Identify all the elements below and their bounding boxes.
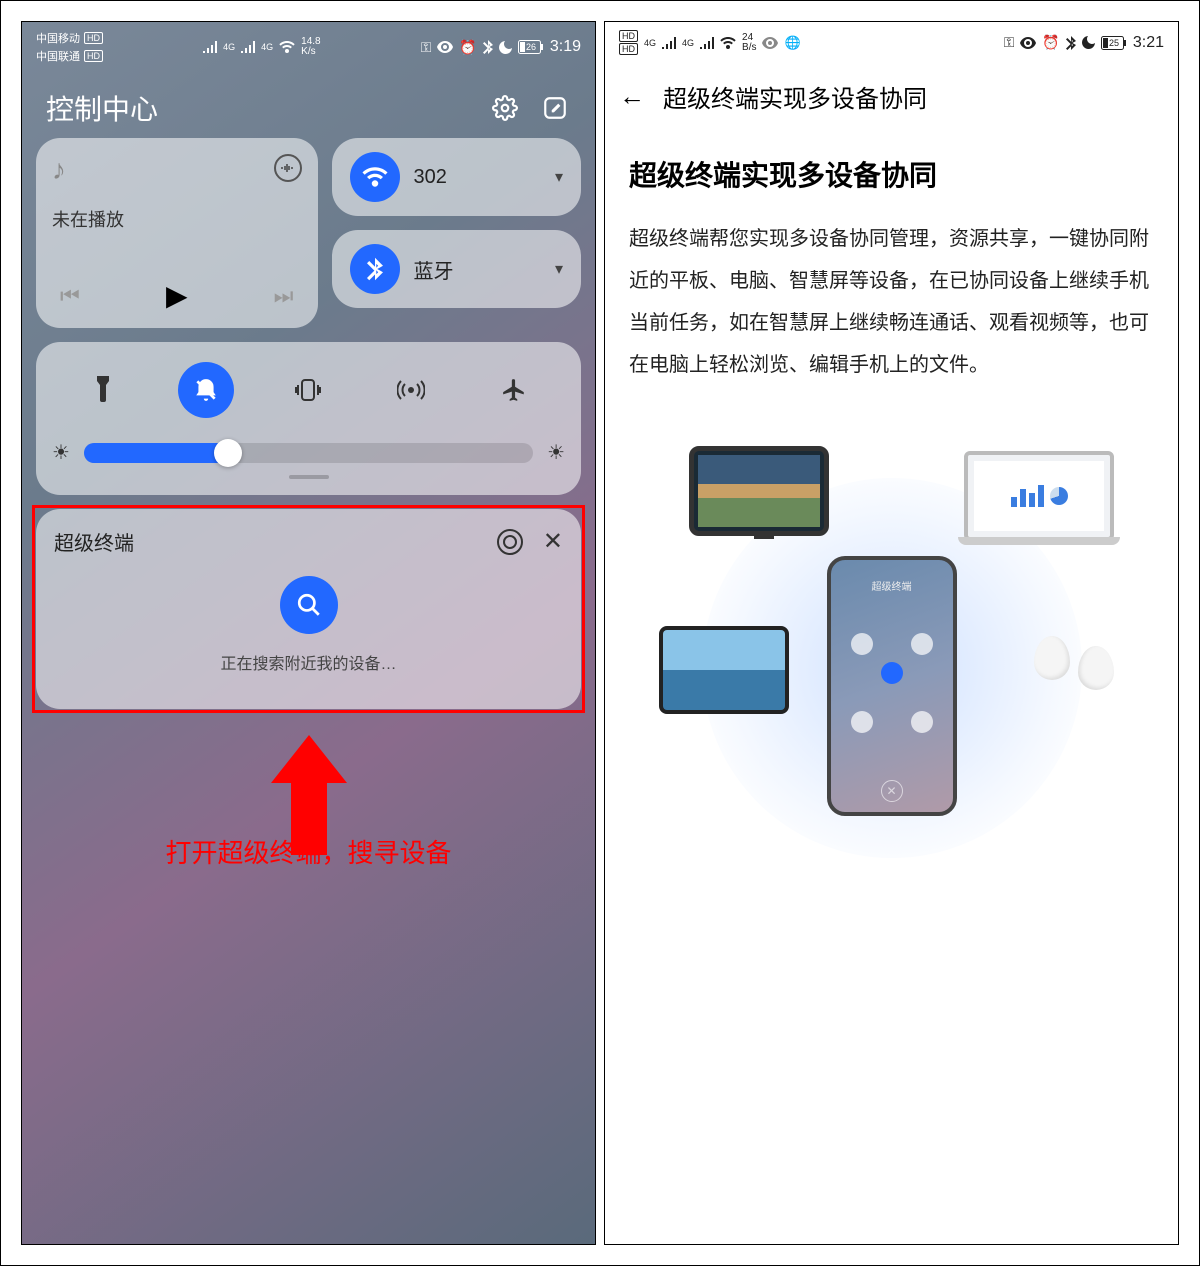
eye-icon [1020, 37, 1036, 49]
slider-thumb[interactable] [214, 439, 242, 467]
bluetooth-label: 蓝牙 [414, 255, 541, 284]
speed-unit: B/s [742, 43, 756, 53]
article-paragraph: 超级终端帮您实现多设备协同管理，资源共享，一键协同附近的平板、电脑、智慧屏等设备… [629, 218, 1154, 386]
device-phone: 超级终端 ✕ [827, 556, 957, 816]
article-heading: 超级终端实现多设备协同 [629, 154, 1154, 194]
illustration: 超级终端 ✕ [629, 426, 1154, 866]
status-right: ⚿ ⏰ 26 3:19 [421, 38, 581, 56]
wifi-icon [350, 152, 400, 202]
device-tv [689, 446, 829, 536]
page-header: ← 超级终端实现多设备协同 [605, 59, 1178, 134]
hd-badge: HD [619, 43, 638, 55]
moon-icon [499, 41, 512, 54]
signal-icon [203, 41, 217, 53]
chevron-down-icon[interactable]: ▾ [555, 167, 563, 187]
bluetooth-icon [1066, 36, 1076, 50]
phone-control-center: 中国移动 HD 中国联通 HD 4G 4G 14.8K/s ⚿ [21, 21, 596, 1245]
status-left: 中国移动 HD 中国联通 HD [36, 30, 103, 64]
svg-text:25: 25 [1109, 38, 1119, 48]
chevron-down-icon[interactable]: ▾ [555, 259, 563, 279]
searching-text: 正在搜索附近我的设备… [220, 650, 396, 674]
hotspot-toggle[interactable] [383, 362, 439, 418]
audio-output-icon[interactable] [274, 154, 302, 182]
search-icon[interactable] [280, 576, 338, 634]
bluetooth-icon [350, 244, 400, 294]
net-label: 4G [223, 42, 235, 52]
music-note-icon: ♪ [52, 154, 66, 186]
annotation-caption: 打开超级终端，搜寻设备 [36, 833, 581, 870]
device-laptop [964, 451, 1114, 541]
slider-track[interactable] [84, 443, 533, 463]
phone-info-page: HD HD 4G 4G 24B/s 🌐 ⚿ ⏰ 25 3:21 [604, 21, 1179, 1245]
key-icon: ⚿ [421, 39, 432, 56]
status-mid: 4G 4G 14.8K/s [203, 37, 321, 57]
brightness-high-icon: ☀ [547, 440, 565, 465]
battery-icon: 26 [518, 40, 544, 54]
net-label: 4G [261, 42, 273, 52]
screenshot-pair: 中国移动 HD 中国联通 HD 4G 4G 14.8K/s ⚿ [0, 0, 1200, 1266]
brightness-slider[interactable]: ☀ ☀ [52, 440, 565, 465]
brightness-low-icon: ☀ [52, 440, 70, 465]
clock-time: 3:19 [550, 38, 581, 56]
signal-icon [662, 37, 676, 49]
wifi-card[interactable]: 302 ▾ [332, 138, 582, 216]
super-device-card[interactable]: 超级终端 ✕ 正在搜索附近我的设备… [36, 509, 581, 709]
wifi-label: 302 [414, 166, 541, 189]
net-label: 4G [682, 38, 694, 48]
close-icon: ✕ [881, 780, 903, 802]
device-earbuds [1034, 636, 1114, 696]
settings-button[interactable] [489, 92, 521, 124]
wifi-icon [720, 37, 736, 49]
quick-toggles-card: ☀ ☀ [36, 342, 581, 495]
hd-badge: HD [84, 32, 103, 44]
eye-icon [762, 37, 778, 49]
net-label: 4G [644, 38, 656, 48]
signal-icon [241, 41, 255, 53]
signal-icon [700, 37, 714, 49]
radar-icon[interactable] [497, 529, 523, 555]
bluetooth-icon [483, 40, 493, 54]
hd-badge: HD [619, 30, 638, 42]
airplane-toggle[interactable] [486, 362, 542, 418]
next-track-button[interactable]: ⏭ [274, 283, 294, 309]
clock-time: 3:21 [1133, 34, 1164, 52]
svg-text:26: 26 [526, 42, 536, 52]
bluetooth-card[interactable]: 蓝牙 ▾ [332, 230, 582, 308]
globe-icon: 🌐 [784, 35, 800, 51]
vibrate-toggle[interactable] [280, 362, 336, 418]
status-bar: 中国移动 HD 中国联通 HD 4G 4G 14.8K/s ⚿ [22, 22, 595, 68]
status-right: ⚿ ⏰ 25 3:21 [1004, 34, 1164, 52]
alarm-icon: ⏰ [1042, 34, 1059, 51]
carrier-2: 中国联通 [36, 48, 80, 64]
close-icon[interactable]: ✕ [543, 527, 563, 556]
eye-icon [437, 41, 453, 53]
alarm-icon: ⏰ [459, 39, 476, 56]
carrier-1: 中国移动 [36, 30, 80, 46]
page-title: 超级终端实现多设备协同 [663, 79, 927, 114]
speed-unit: K/s [301, 47, 320, 57]
speed-value: 24 [742, 33, 756, 43]
key-icon: ⚿ [1004, 34, 1015, 51]
battery-icon: 25 [1101, 36, 1127, 50]
edit-button[interactable] [539, 92, 571, 124]
music-status: 未在播放 [52, 206, 302, 232]
play-button[interactable]: ▶ [166, 279, 188, 312]
phone-screen-title: 超级终端 [831, 578, 953, 593]
control-center-header: 控制中心 [22, 68, 595, 138]
wifi-icon [279, 41, 295, 53]
dnd-toggle[interactable] [178, 362, 234, 418]
back-button[interactable]: ← [619, 81, 645, 112]
device-tablet [659, 626, 789, 714]
music-card[interactable]: ♪ 未在播放 ⏮ ▶ ⏭ [36, 138, 318, 328]
super-device-title: 超级终端 [54, 527, 134, 556]
drag-handle[interactable] [289, 475, 329, 479]
moon-icon [1082, 36, 1095, 49]
status-bar: HD HD 4G 4G 24B/s 🌐 ⚿ ⏰ 25 3:21 [605, 22, 1178, 59]
hd-badge: HD [84, 50, 103, 62]
flashlight-toggle[interactable] [75, 362, 131, 418]
prev-track-button[interactable]: ⏮ [60, 283, 80, 309]
status-left: HD HD 4G 4G 24B/s 🌐 [619, 30, 801, 55]
page-title: 控制中心 [46, 88, 158, 128]
